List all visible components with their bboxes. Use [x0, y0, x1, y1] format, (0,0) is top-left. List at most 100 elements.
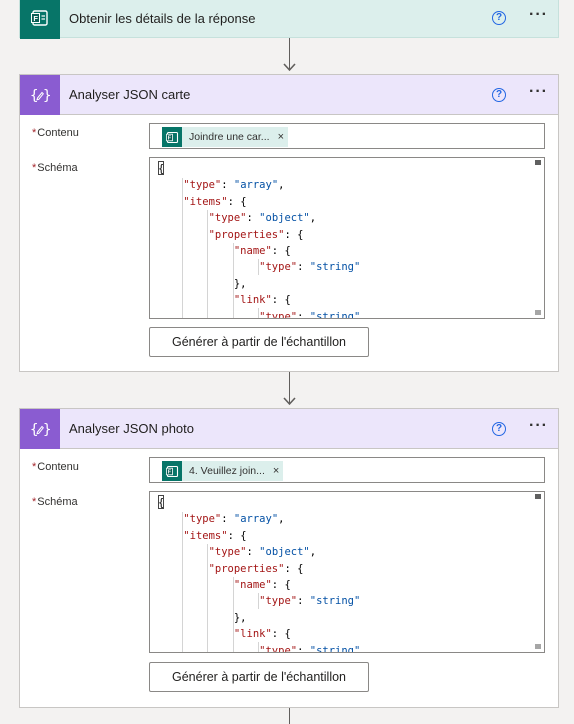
help-icon[interactable]: ?: [492, 421, 507, 436]
microsoft-forms-icon: F: [20, 0, 60, 39]
svg-text:}: }: [43, 422, 51, 438]
schema-label-text: Schéma: [37, 496, 78, 508]
action-header[interactable]: { } Analyser JSON carte ? ···: [20, 74, 558, 115]
remove-token-icon[interactable]: ×: [278, 131, 284, 143]
content-label-text: Contenu: [37, 461, 79, 473]
code-punct: :: [246, 212, 260, 225]
scrollbar[interactable]: [533, 158, 544, 318]
content-input[interactable]: F Joindre une car... ×: [149, 123, 545, 149]
parse-json-card-action[interactable]: { } Analyser JSON carte ? ··· *Contenu F…: [19, 74, 559, 372]
code-punct: :: [297, 261, 310, 274]
code-punct: ,: [278, 179, 285, 192]
scrollbar-thumb[interactable]: [535, 160, 541, 165]
help-icon[interactable]: ?: [492, 11, 507, 25]
required-marker: *: [32, 461, 37, 473]
more-options-icon[interactable]: ···: [529, 83, 548, 106]
action-header[interactable]: { } Analyser JSON photo ? ···: [20, 408, 558, 449]
code-key: "properties": [208, 228, 285, 241]
code-key: "link": [233, 628, 272, 641]
code-punct: ,: [309, 546, 317, 559]
microsoft-forms-icon: F: [162, 461, 182, 481]
scrollbar-arrow-down[interactable]: [535, 644, 541, 649]
schema-label-text: Schéma: [37, 162, 78, 174]
svg-text:F: F: [33, 14, 38, 23]
code-punct: : {: [227, 529, 247, 542]
code-key: "type": [183, 513, 222, 526]
schema-editor[interactable]: { "type": "array", "items": { "type": "o…: [149, 157, 545, 319]
code-key: "type": [208, 212, 247, 225]
content-label: *Contenu: [32, 461, 79, 473]
code-value: "string": [309, 644, 361, 653]
connector-line: [289, 708, 290, 724]
code-key: "type": [259, 310, 298, 319]
content-input[interactable]: F 4. Veuillez join... ×: [149, 457, 545, 483]
code-key: "type": [183, 179, 222, 192]
code-key: "type": [259, 595, 298, 608]
schema-code: { "type": "array", "items": { "type": "o…: [158, 495, 361, 653]
parse-json-icon: { }: [20, 408, 60, 449]
help-icon[interactable]: ?: [492, 87, 507, 102]
code-key: "items": [183, 529, 228, 542]
schema-label: *Schéma: [32, 496, 78, 508]
action-title: Analyser JSON photo: [69, 421, 195, 436]
code-punct: :: [297, 310, 310, 319]
code-punct: : {: [271, 245, 291, 258]
action-title: Analyser JSON carte: [69, 87, 191, 102]
code-punct: ,: [309, 212, 317, 225]
parse-json-photo-action[interactable]: { } Analyser JSON photo ? ··· *Contenu F…: [19, 408, 559, 708]
dynamic-content-token[interactable]: F 4. Veuillez join... ×: [162, 461, 284, 481]
code-key: "link": [233, 294, 272, 307]
code-value: "array": [233, 513, 279, 526]
dynamic-content-token[interactable]: F Joindre une car... ×: [162, 127, 288, 147]
generate-from-sample-button[interactable]: Générer à partir de l'échantillon: [149, 327, 369, 357]
scrollbar-thumb[interactable]: [535, 494, 541, 499]
code-punct: : {: [271, 579, 291, 592]
action-header[interactable]: F Obtenir les détails de la réponse ? ··…: [20, 0, 558, 39]
code-punct: :: [297, 595, 310, 608]
parse-json-icon: { }: [20, 74, 60, 115]
schema-editor[interactable]: { "type": "array", "items": { "type": "o…: [149, 491, 545, 653]
required-marker: *: [32, 496, 37, 508]
more-options-icon[interactable]: ···: [529, 417, 548, 440]
code-punct: ,: [278, 513, 285, 526]
content-label-text: Contenu: [37, 127, 79, 139]
code-value: "string": [309, 261, 361, 274]
code-punct: :: [221, 179, 234, 192]
schema-code: { "type": "array", "items": { "type": "o…: [158, 161, 361, 319]
code-punct: },: [233, 611, 247, 624]
generate-from-sample-button[interactable]: Générer à partir de l'échantillon: [149, 662, 369, 692]
svg-text:{: {: [30, 88, 38, 104]
code-punct: : {: [271, 294, 291, 307]
scrollbar[interactable]: [533, 492, 544, 652]
code-punct: : {: [271, 628, 291, 641]
code-punct: :: [221, 513, 234, 526]
token-label: 4. Veuillez join...: [189, 465, 265, 477]
code-value: "string": [309, 310, 361, 319]
code-punct: : {: [284, 228, 304, 241]
token-label: Joindre une car...: [189, 131, 270, 143]
arrow-down-icon: [283, 63, 296, 72]
code-value: "object": [259, 546, 310, 559]
code-punct: : {: [284, 562, 304, 575]
svg-text:}: }: [43, 88, 51, 104]
text-cursor: [158, 161, 164, 175]
code-key: "type": [259, 644, 298, 653]
code-punct: :: [246, 546, 260, 559]
code-value: "object": [259, 212, 310, 225]
required-marker: *: [32, 127, 37, 139]
scrollbar-arrow-down[interactable]: [535, 310, 541, 315]
more-options-icon[interactable]: ···: [529, 7, 548, 29]
required-marker: *: [32, 162, 37, 174]
code-key: "type": [259, 261, 298, 274]
microsoft-forms-icon: F: [162, 127, 182, 147]
code-key: "type": [208, 546, 247, 559]
code-punct: },: [233, 277, 247, 290]
code-key: "name": [233, 245, 272, 258]
action-title: Obtenir les détails de la réponse: [69, 10, 256, 26]
text-cursor: [158, 495, 164, 509]
code-key: "properties": [208, 562, 285, 575]
schema-label: *Schéma: [32, 162, 78, 174]
code-punct: :: [297, 644, 310, 653]
remove-token-icon[interactable]: ×: [273, 465, 279, 477]
get-response-details-action[interactable]: F Obtenir les détails de la réponse ? ··…: [19, 0, 559, 39]
